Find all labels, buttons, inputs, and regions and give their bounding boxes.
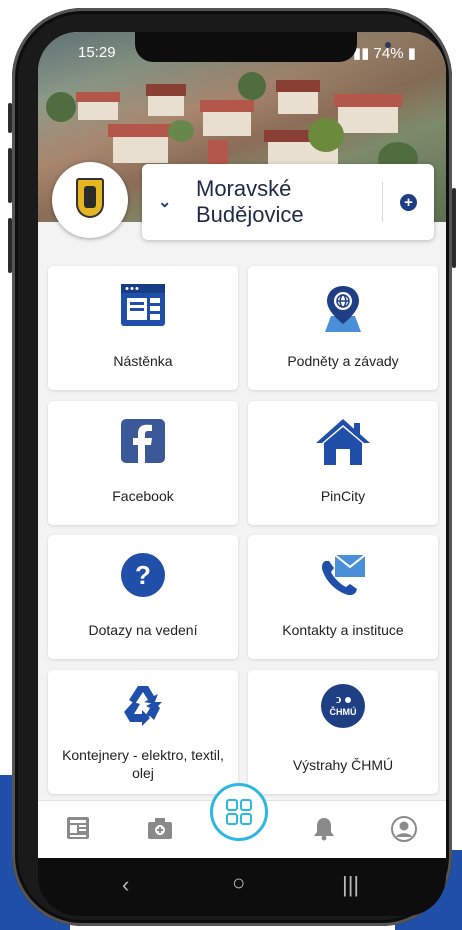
add-city-button[interactable]: + (400, 194, 417, 211)
home-icon[interactable]: ○ (232, 870, 245, 896)
status-time: 15:29 (78, 44, 116, 61)
battery-icon: ▮ (403, 45, 416, 62)
news-icon[interactable] (64, 815, 92, 843)
tile-vystrahy[interactable]: ČHMÚ Výstrahy ČHMÚ (248, 670, 438, 794)
tile-label: Nástěnka (113, 353, 173, 369)
side-button (8, 148, 12, 203)
recycle-icon (48, 682, 238, 734)
facebook-icon (48, 417, 238, 469)
coat-of-arms-icon (76, 178, 104, 218)
bottom-navigation (38, 783, 446, 858)
tile-label: Facebook (112, 488, 174, 504)
tile-label: PinCity (320, 488, 366, 504)
chmu-icon: ČHMÚ (248, 682, 438, 734)
house-icon (248, 417, 438, 469)
tile-nastenka[interactable]: Nástěnka (48, 266, 238, 390)
divider (382, 182, 383, 222)
map-pin-globe-icon (248, 282, 438, 334)
tile-label: Dotazy na vedení (88, 622, 198, 638)
front-camera (385, 42, 391, 48)
tile-podnety[interactable]: Podněty a závady (248, 266, 438, 390)
phone-envelope-icon (248, 551, 438, 603)
chmu-badge-text: ČHMÚ (330, 706, 357, 717)
grid-icon[interactable] (210, 783, 268, 841)
side-button (8, 103, 12, 133)
recents-icon[interactable]: ||| (342, 872, 359, 898)
phone-notch (135, 32, 391, 62)
back-icon[interactable]: ‹ (122, 872, 129, 898)
app-screen: 15:29 ▮▮ 74% ▮ ⌄ Moravské Budějovice + N… (38, 32, 446, 858)
side-button (452, 188, 456, 268)
status-battery: ▮▮ 74% ▮ (353, 44, 416, 62)
android-navigation-bar: ‹ ○ ||| (38, 858, 446, 916)
tile-kontakty[interactable]: Kontakty a instituce (248, 535, 438, 659)
camera-icon[interactable] (146, 815, 174, 843)
question-icon: ? (48, 551, 238, 603)
side-button (8, 218, 12, 273)
tile-label: Podněty a závady (287, 353, 399, 369)
bell-icon[interactable] (310, 815, 338, 843)
tile-kontejnery[interactable]: Kontejnery - elektro, textil, olej (48, 670, 238, 794)
tile-label: Výstrahy ČHMÚ (292, 757, 394, 773)
city-crest (52, 162, 128, 238)
tile-label: Kontakty a instituce (282, 622, 404, 638)
svg-text:?: ? (135, 560, 151, 590)
tile-dotazy[interactable]: ? Dotazy na vedení (48, 535, 238, 659)
city-selector[interactable]: ⌄ Moravské Budějovice + (142, 164, 434, 240)
tile-label: Kontejnery - elektro, textil, olej (62, 747, 224, 781)
chevron-down-icon[interactable]: ⌄ (158, 192, 171, 212)
profile-icon[interactable] (390, 815, 418, 843)
tile-facebook[interactable]: Facebook (48, 401, 238, 525)
city-name: Moravské Budějovice (196, 176, 304, 227)
tile-pincity[interactable]: PinCity (248, 401, 438, 525)
bulletin-board-icon (48, 282, 238, 334)
